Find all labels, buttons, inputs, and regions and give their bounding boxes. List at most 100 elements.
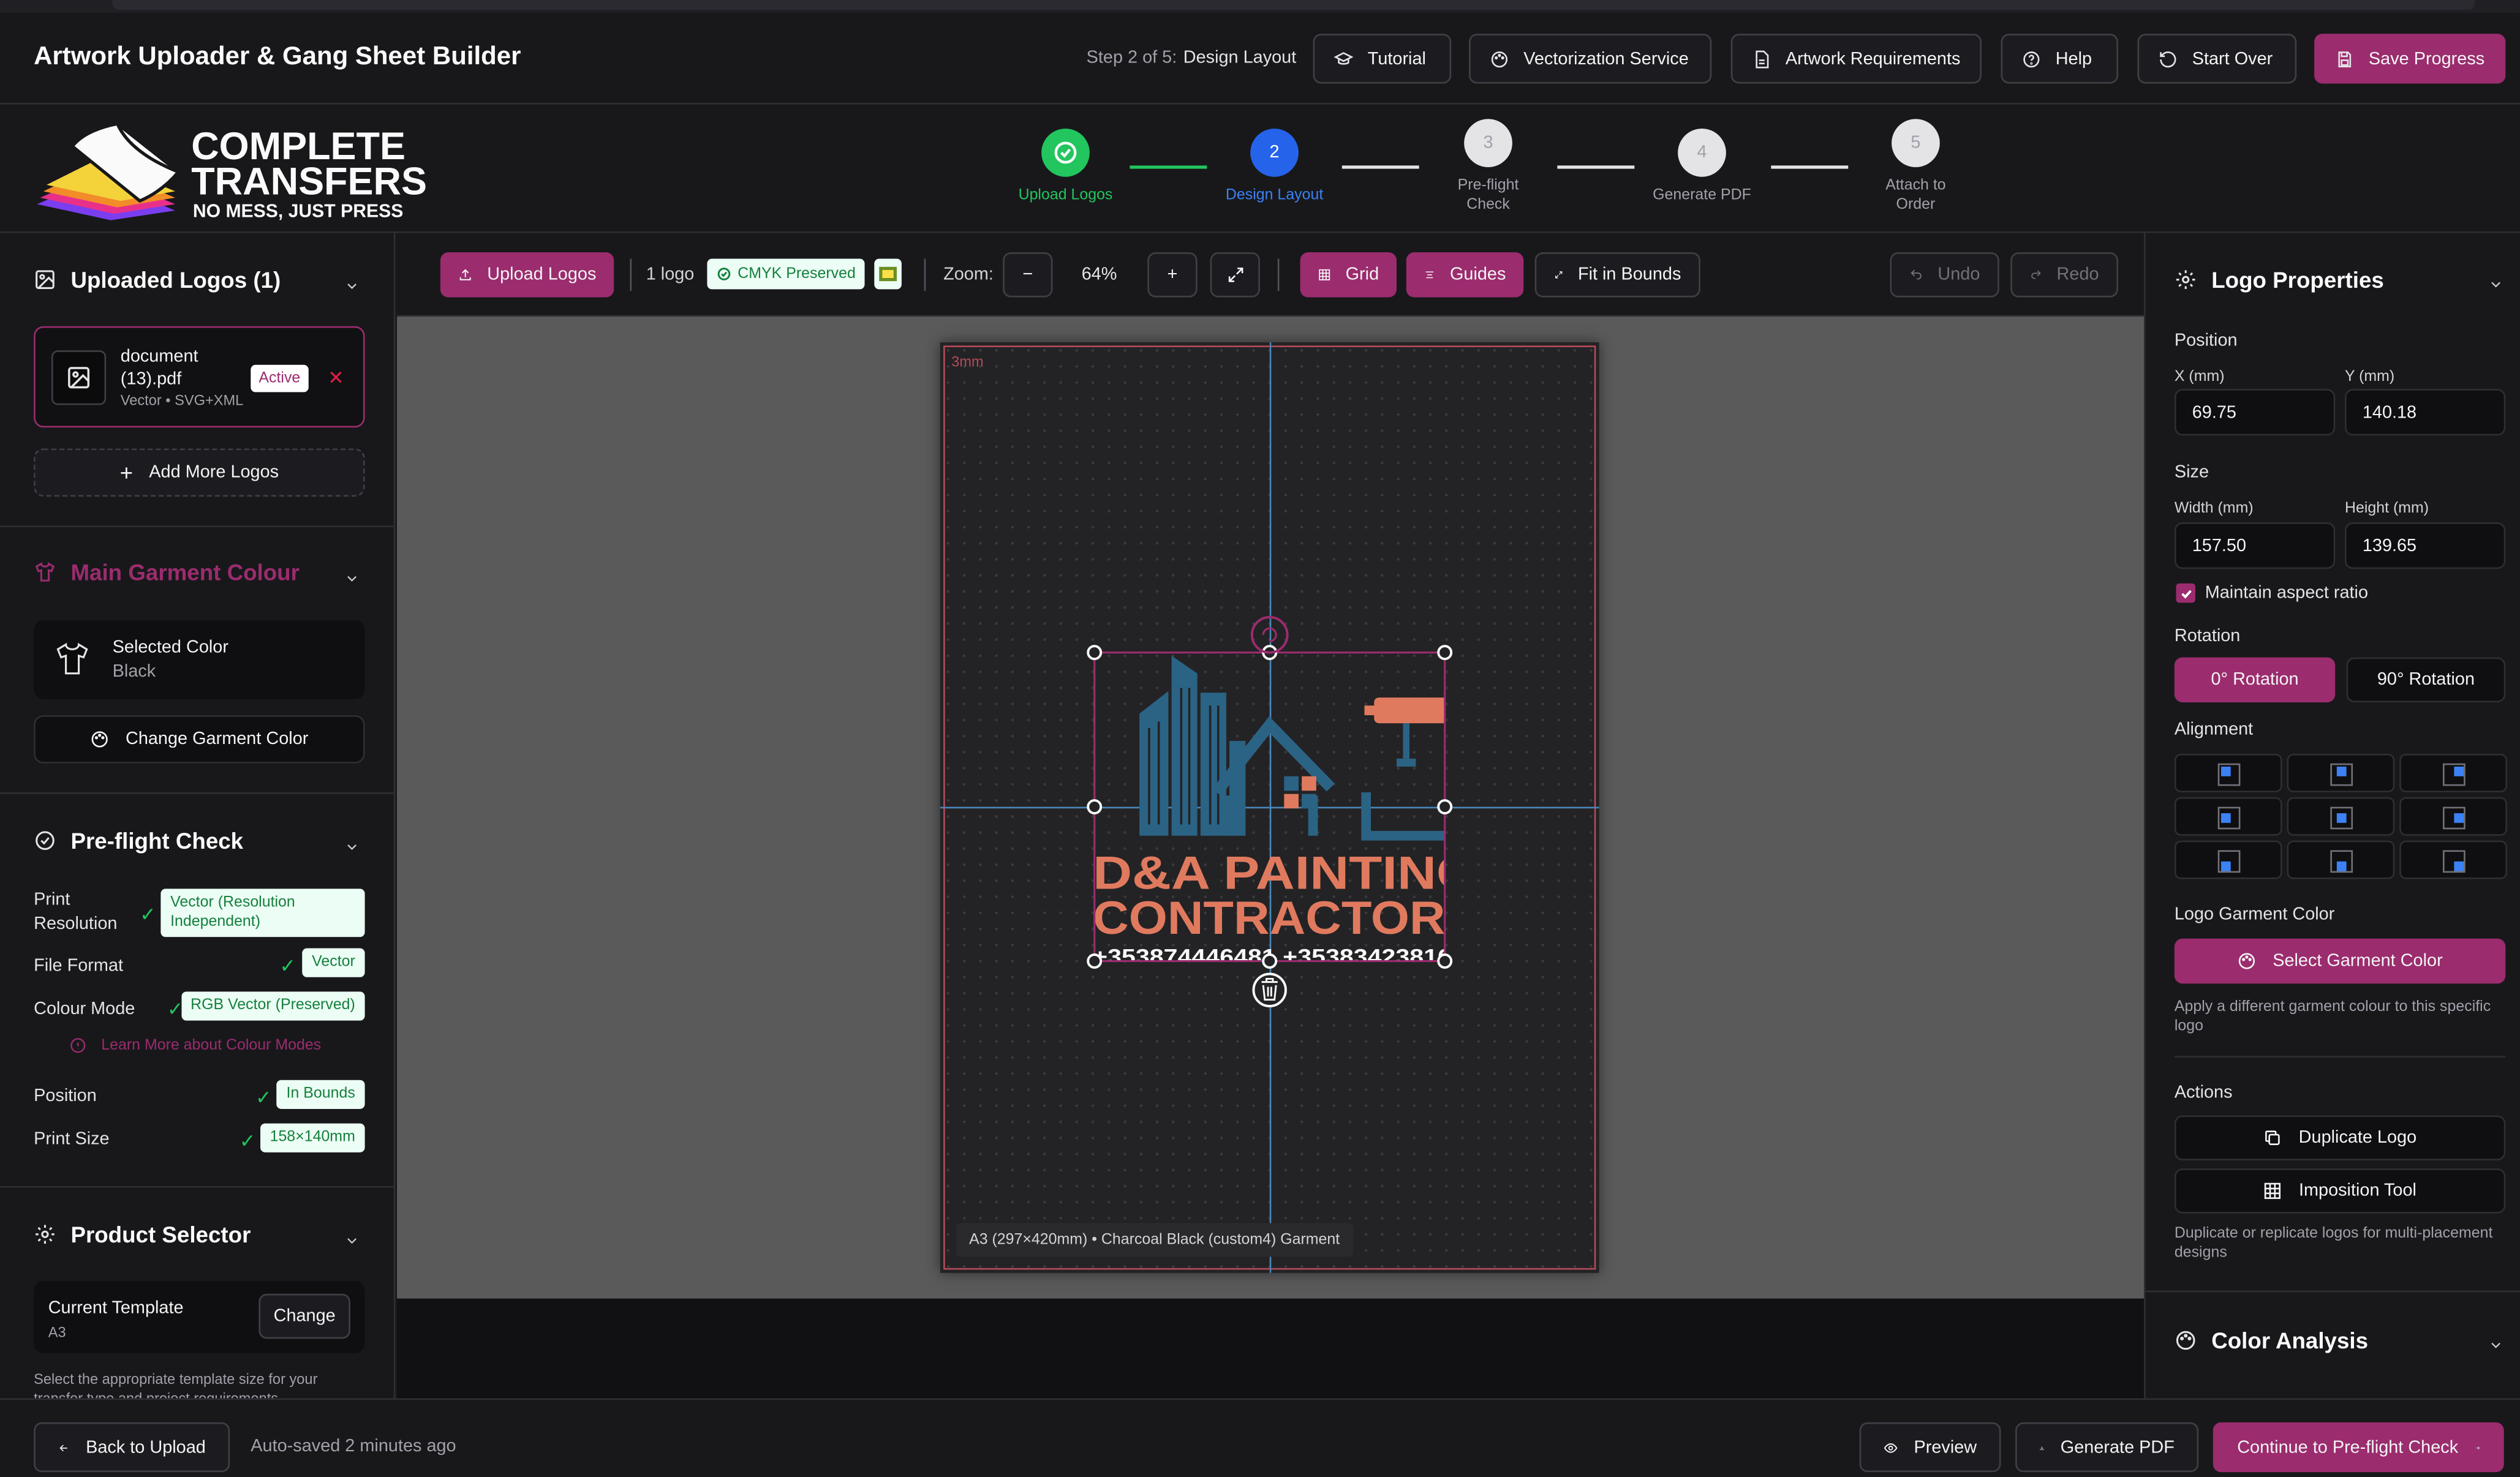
chevron-down-icon[interactable]	[344, 1228, 360, 1244]
chevron-down-icon[interactable]	[2488, 272, 2503, 288]
redo-button[interactable]: Redo	[2010, 252, 2119, 298]
plus-icon: +	[119, 459, 134, 486]
artwork-requirements-button[interactable]: Artwork Requirements	[1730, 34, 1982, 84]
add-more-logos-button[interactable]: + Add More Logos	[34, 448, 365, 497]
eye-icon	[1884, 1442, 1898, 1453]
align-bottom-right-button[interactable]	[2399, 840, 2507, 879]
fullscreen-button[interactable]	[1210, 252, 1260, 298]
grid-icon	[2265, 1182, 2282, 1199]
remove-logo-icon[interactable]: ✕	[328, 366, 344, 389]
start-over-button[interactable]: Start Over	[2137, 34, 2297, 84]
autosave-status: Auto-saved 2 minutes ago	[251, 1437, 456, 1456]
preview-button[interactable]: Preview	[1859, 1422, 2001, 1473]
stepper-step-1[interactable]: Upload Logos	[993, 128, 1137, 206]
garment-colour-header[interactable]: Main Garment Colour	[34, 559, 300, 585]
undo-button[interactable]: Undo	[1890, 252, 1999, 298]
color-analysis-header[interactable]: Color Analysis	[2175, 1328, 2368, 1353]
align-top-left-button[interactable]	[2174, 753, 2282, 792]
chevron-down-icon[interactable]	[344, 273, 360, 290]
zoom-in-button[interactable]: +	[1147, 252, 1198, 298]
generate-pdf-button[interactable]: Generate PDF	[2015, 1422, 2199, 1473]
rotation-0-button[interactable]: 0° Rotation	[2174, 657, 2336, 702]
maximize-icon	[1228, 267, 1243, 282]
learn-more-colour-modes-link[interactable]: Learn More about Colour Modes	[69, 1037, 321, 1054]
back-to-upload-button[interactable]: Back to Upload	[34, 1422, 230, 1473]
select-garment-color-button[interactable]: Select Garment Color	[2174, 938, 2506, 984]
chevron-down-icon[interactable]	[344, 834, 360, 850]
product-selector-header[interactable]: Product Selector	[34, 1222, 251, 1247]
align-middle-left-button[interactable]	[2174, 797, 2282, 836]
divider	[2174, 1056, 2506, 1058]
color-analysis-title: Color Analysis	[2211, 1327, 2369, 1353]
position-label: Position	[2174, 331, 2238, 351]
imposition-tool-button[interactable]: Imposition Tool	[2174, 1168, 2506, 1214]
preflight-value: RGB Vector (Preserved)	[181, 991, 365, 1021]
brand-tagline: NO MESS, JUST PRESS	[193, 201, 403, 220]
fit-in-bounds-button[interactable]: Fit in Bounds	[1534, 252, 1700, 298]
duplicate-logo-button[interactable]: Duplicate Logo	[2174, 1115, 2506, 1160]
help-button[interactable]: Help	[2001, 34, 2119, 84]
zoom-out-button[interactable]: −	[1003, 252, 1053, 298]
chevron-down-icon[interactable]	[344, 566, 360, 582]
browser-strip	[0, 0, 2520, 13]
check-icon	[2180, 589, 2191, 598]
preflight-value: Vector	[302, 948, 365, 977]
chevron-down-icon[interactable]	[2488, 1332, 2503, 1348]
color-profile-icon[interactable]	[874, 258, 902, 290]
actions-help-text: Duplicate or replicate logos for multi-p…	[2174, 1224, 2493, 1262]
tutorial-button[interactable]: Tutorial	[1313, 34, 1452, 84]
upload-logos-label: Upload Logos	[487, 265, 597, 285]
y-input[interactable]: 140.18	[2344, 389, 2506, 436]
align-top-center-button[interactable]	[2287, 753, 2395, 792]
guides-toggle-button[interactable]: Guides	[1406, 252, 1524, 298]
y-label: Y (mm)	[2344, 368, 2395, 386]
tutorial-label: Tutorial	[1367, 49, 1426, 69]
align-middle-right-button[interactable]	[2399, 797, 2507, 836]
stepper-step-5[interactable]: 5 Attach to Order	[1843, 119, 1988, 215]
placed-logo[interactable]: D&A PAINTING CONTRACTORS +353874446481 +…	[940, 342, 1599, 1273]
continue-to-preflight-button[interactable]: Continue to Pre-flight Check	[2213, 1422, 2504, 1473]
align-center-button[interactable]	[2287, 797, 2395, 836]
aspect-ratio-checkbox[interactable]	[2176, 583, 2195, 603]
width-label: Width (mm)	[2174, 500, 2254, 518]
stepper-step-4[interactable]: 4 Generate PDF	[1629, 128, 1774, 206]
align-bottom-center-button[interactable]	[2287, 840, 2395, 879]
width-input[interactable]: 157.50	[2174, 522, 2336, 569]
workspace-footer-area	[397, 1298, 2145, 1399]
check-circle-icon	[1054, 141, 1077, 164]
align-bottom-left-button[interactable]	[2174, 840, 2282, 879]
align-dot	[2454, 861, 2464, 871]
design-workspace[interactable]: 3mm D&A PAINTING CONTRACTORS +3538744464…	[397, 317, 2145, 1299]
grid-toggle-button[interactable]: Grid	[1300, 252, 1397, 298]
upload-logos-button[interactable]: Upload Logos	[440, 252, 614, 298]
stepper-step-2[interactable]: 2 Design Layout	[1202, 128, 1347, 206]
template-label: Current Template	[48, 1298, 184, 1318]
align-top-right-button[interactable]	[2399, 753, 2507, 792]
a3-sheet[interactable]: 3mm D&A PAINTING CONTRACTORS +3538744464…	[940, 342, 1599, 1273]
change-garment-color-button[interactable]: Change Garment Color	[34, 715, 365, 764]
change-template-button[interactable]: Change	[258, 1293, 350, 1339]
preflight-value: Vector (Resolution Independent)	[160, 889, 365, 938]
check-icon: ✓	[167, 998, 184, 1021]
save-progress-button[interactable]: Save Progress	[2314, 34, 2506, 84]
x-input[interactable]: 69.75	[2174, 389, 2336, 436]
current-template-card: Current Template A3 Change	[34, 1280, 365, 1353]
artwork-line1: D&A PAINTING	[1093, 847, 1479, 899]
height-input[interactable]: 139.65	[2344, 522, 2506, 569]
vectorization-service-button[interactable]: Vectorization Service	[1469, 34, 1712, 84]
step-4-circle: 4	[1678, 128, 1726, 177]
sheet-info-label: A3 (297×420mm) • Charcoal Black (custom4…	[956, 1223, 1353, 1257]
step-1-label: Upload Logos	[1018, 186, 1113, 205]
minus-icon: −	[1022, 265, 1033, 285]
align-dot	[2454, 813, 2464, 823]
logo-properties-header[interactable]: Logo Properties	[2175, 267, 2384, 293]
uploaded-logos-header[interactable]: Uploaded Logos (1)	[34, 267, 281, 293]
upload-icon	[459, 269, 471, 280]
stepper-step-3[interactable]: 3 Pre-flight Check	[1416, 119, 1560, 215]
preflight-header[interactable]: Pre-flight Check	[34, 828, 243, 854]
rotation-90-button[interactable]: 90° Rotation	[2346, 657, 2506, 702]
logo-file-card[interactable]: document (13).pdf Vector • SVG+XML Activ…	[34, 326, 365, 428]
align-frame-icon	[2330, 806, 2353, 830]
preflight-label: Colour Mode	[34, 999, 135, 1019]
back-label: Back to Upload	[86, 1437, 206, 1457]
